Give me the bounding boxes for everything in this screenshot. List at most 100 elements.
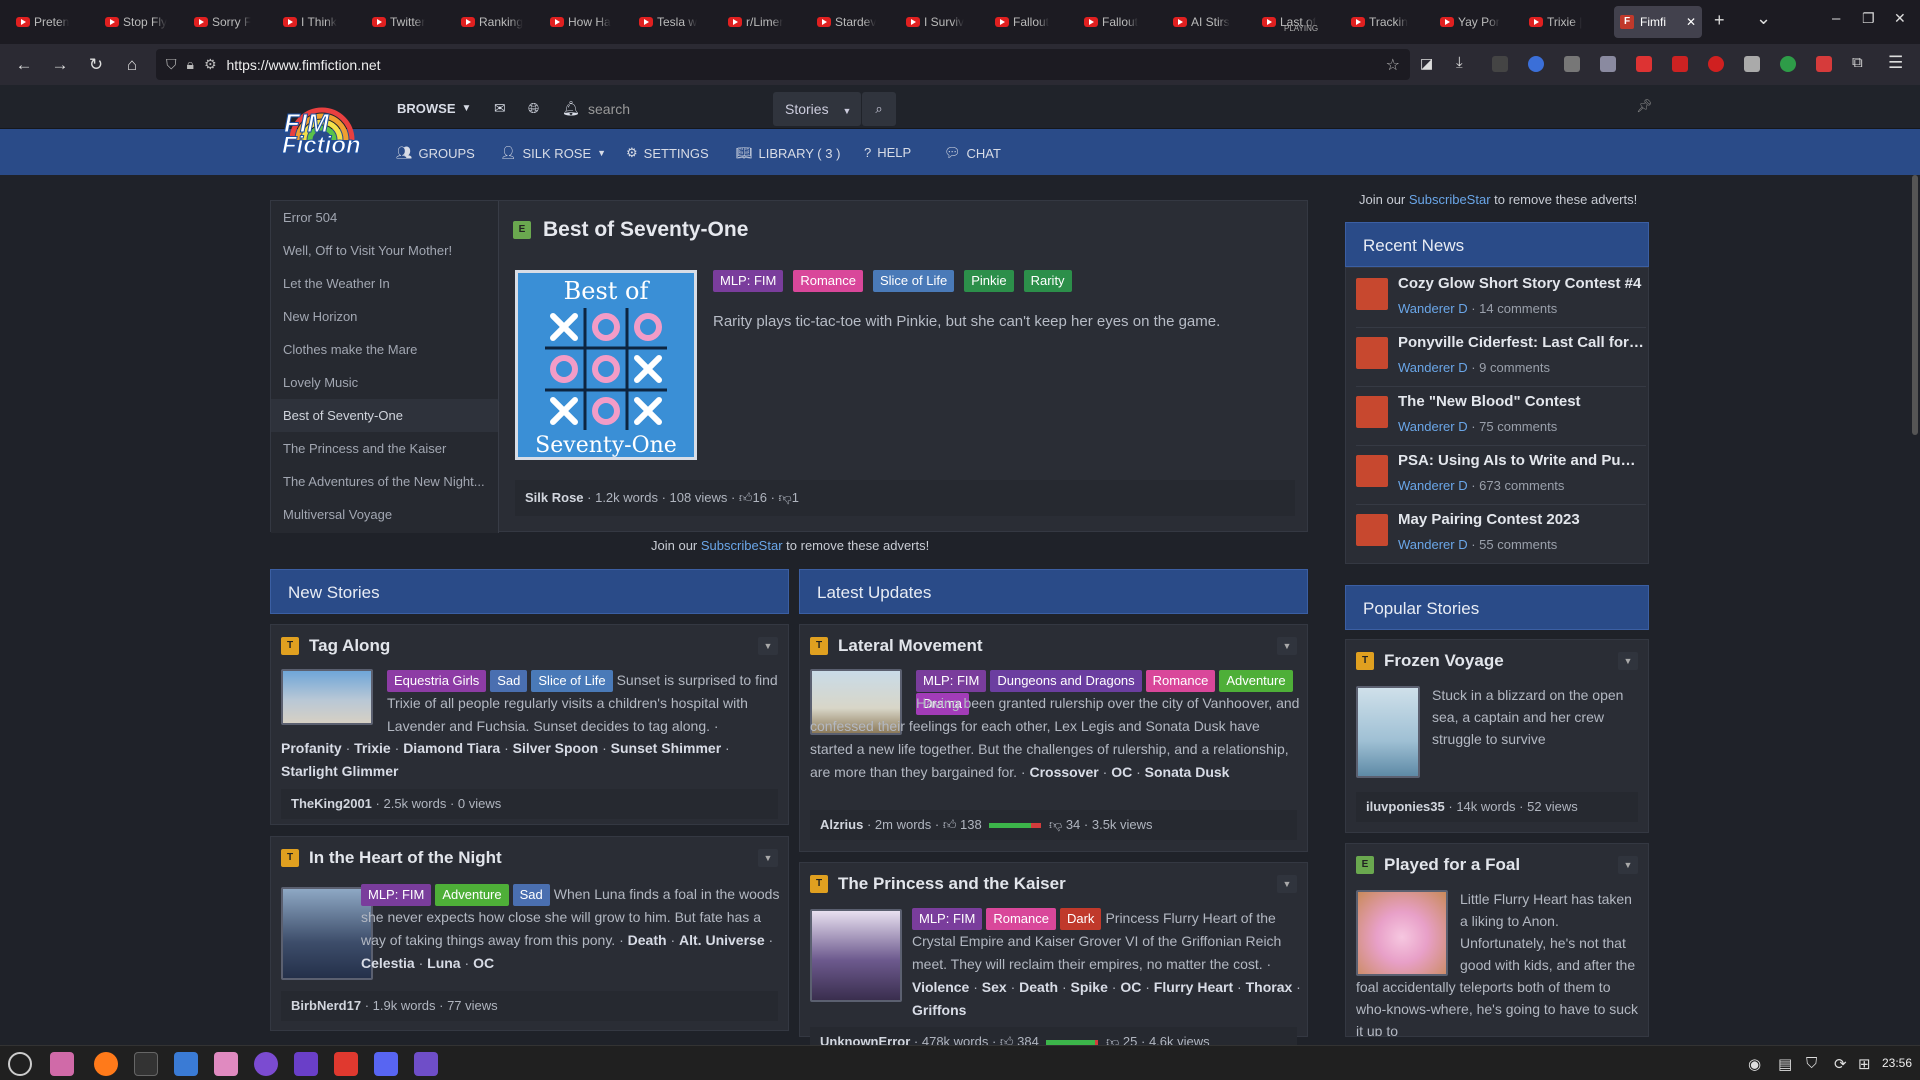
chevron-down-icon[interactable]: ▼ [1277,637,1297,655]
new-tab-button[interactable]: + [1714,10,1725,31]
window-close-button[interactable]: ✕ [1894,10,1906,27]
extension-icon[interactable] [1636,56,1652,72]
story-tag[interactable]: Sad [512,884,550,906]
story-thumbnail[interactable] [1356,686,1420,778]
news-item[interactable]: May Pairing Contest 2023 Wanderer D · 55 … [1356,504,1646,564]
browser-tab[interactable]: Stop Fly [99,6,183,38]
character-link[interactable]: Trixie [354,740,391,756]
app-launcher-icon[interactable] [8,1052,32,1076]
story-tag[interactable]: Rarity [1023,270,1072,292]
story-tag[interactable]: Slice of Life [872,270,955,292]
update-tray-icon[interactable]: ⟳ [1834,1055,1847,1073]
character-link[interactable]: Griffons [912,1002,966,1018]
search-scope-select[interactable]: Stories ▼ [773,92,861,126]
browser-tab[interactable]: Last of PLAYING [1256,6,1340,38]
story-tag[interactable]: MLP: FIM [361,884,432,906]
news-title[interactable]: May Pairing Contest 2023 [1398,511,1644,528]
terminal-icon[interactable] [134,1052,158,1076]
permissions-icon[interactable]: ⚙ [204,56,217,73]
character-link[interactable]: Flurry Heart [1154,979,1233,995]
character-link[interactable]: OC [473,955,494,971]
search-input[interactable]: search [588,95,774,123]
story-tag[interactable]: Romance [1145,670,1216,692]
featured-list-item[interactable]: New Horizon [271,300,498,333]
browser-tab[interactable]: Yay Por [1434,6,1518,38]
browser-tab[interactable]: How Ha [544,6,628,38]
news-item[interactable]: PSA: Using AIs to Write and Publi... Wand… [1356,445,1646,505]
network-tray-icon[interactable]: ⊞ [1858,1055,1871,1073]
story-tag[interactable]: MLP: FIM [912,908,983,930]
story-tag[interactable]: MLP: FIM [713,270,784,292]
reload-icon[interactable]: ↻ [78,55,114,75]
pocket-icon[interactable]: ◪ [1420,55,1433,72]
character-link[interactable]: Death [1019,979,1058,995]
chevron-down-icon[interactable]: ▼ [758,637,778,655]
story-tag[interactable]: Romance [793,270,863,292]
featured-author[interactable]: Silk Rose [525,490,584,505]
story-thumbnail[interactable] [281,669,373,725]
featured-cover-image[interactable]: Best of Seventy-One [515,270,697,460]
character-link[interactable]: Celestia [361,955,415,971]
app-icon[interactable] [334,1052,358,1076]
close-tab-icon[interactable]: ✕ [1686,15,1696,29]
nav-help[interactable]: ? HELP [864,145,911,160]
subscribestar-link[interactable]: SubscribeStar [1409,192,1491,207]
featured-list-item[interactable]: Error 504 [271,201,498,234]
browser-tab[interactable]: Sorry F [188,6,272,38]
tab-active[interactable]: F Fimfi ✕ [1614,6,1702,38]
extension-icon[interactable] [1816,56,1832,72]
news-title[interactable]: The "New Blood" Contest [1398,393,1644,410]
extension-icon[interactable] [1780,56,1796,72]
url-text[interactable]: https://www.fimfiction.net [227,57,381,73]
media-player-icon[interactable] [414,1052,438,1076]
featured-list-item[interactable]: Let the Weather In [271,267,498,300]
window-maximize-button[interactable]: ❐ [1862,10,1875,27]
browser-tab[interactable]: AI Stirs [1167,6,1251,38]
story-tag[interactable]: Dungeons and Dragons [990,670,1142,692]
story-tag[interactable]: Adventure [1219,670,1293,692]
extension-icon[interactable] [1492,56,1508,72]
news-author[interactable]: Wanderer D [1398,301,1468,316]
character-link[interactable]: Thorax [1246,979,1293,995]
discord-icon[interactable] [374,1052,398,1076]
story-title[interactable]: The Princess and the Kaiser [838,874,1066,894]
character-link[interactable]: Starlight Glimmer [281,763,398,779]
globe-icon[interactable]: 🌐︎ [528,100,539,117]
news-item[interactable]: Cozy Glow Short Story Contest #4 Wanderer… [1356,268,1646,328]
story-thumbnail[interactable] [810,909,902,1002]
search-button[interactable]: ⌕ [862,92,896,126]
featured-list-item[interactable]: Best of Seventy-One [271,399,498,432]
back-arrow-icon[interactable]: ← [6,55,42,75]
files-icon[interactable] [214,1052,238,1076]
browser-tab[interactable]: Preten [10,6,94,38]
browser-tab[interactable]: Tesla w [633,6,717,38]
shield-icon[interactable]: ⛉ [166,56,177,73]
bookmark-star-icon[interactable]: ☆ [1386,55,1400,75]
browser-tab[interactable]: Trixie | [1523,6,1607,38]
character-link[interactable]: Violence [912,979,969,995]
extension-icon[interactable] [1528,56,1544,72]
story-title[interactable]: Played for a Foal [1384,855,1520,875]
story-title[interactable]: In the Heart of the Night [309,848,502,868]
subscribestar-link[interactable]: SubscribeStar [701,538,783,553]
story-tag[interactable]: Slice of Life [531,670,613,692]
security-tray-icon[interactable]: ⛉ [1806,1055,1817,1072]
character-link[interactable]: Alt. Universe [679,932,765,948]
story-title[interactable]: Lateral Movement [838,636,983,656]
story-thumbnail[interactable] [281,887,373,980]
character-link[interactable]: Death [628,932,667,948]
featured-list-item[interactable]: Multiversal Voyage [271,498,498,531]
story-tag[interactable]: Sad [490,670,528,692]
story-tag[interactable]: Adventure [435,884,509,906]
story-author[interactable]: TheKing2001 [291,796,372,811]
mail-icon[interactable]: ✉ [494,100,506,117]
story-tag[interactable]: Equestria Girls [387,670,487,692]
extension-icon[interactable] [1600,56,1616,72]
extension-icon[interactable] [1564,56,1580,72]
browser-tab[interactable]: Twitter [366,6,450,38]
story-tag[interactable]: MLP: FIM [916,670,987,692]
github-icon[interactable] [254,1052,278,1076]
extension-icon[interactable] [1708,56,1724,72]
character-link[interactable]: Crossover [1029,764,1098,780]
browser-tab[interactable]: I Think [277,6,361,38]
